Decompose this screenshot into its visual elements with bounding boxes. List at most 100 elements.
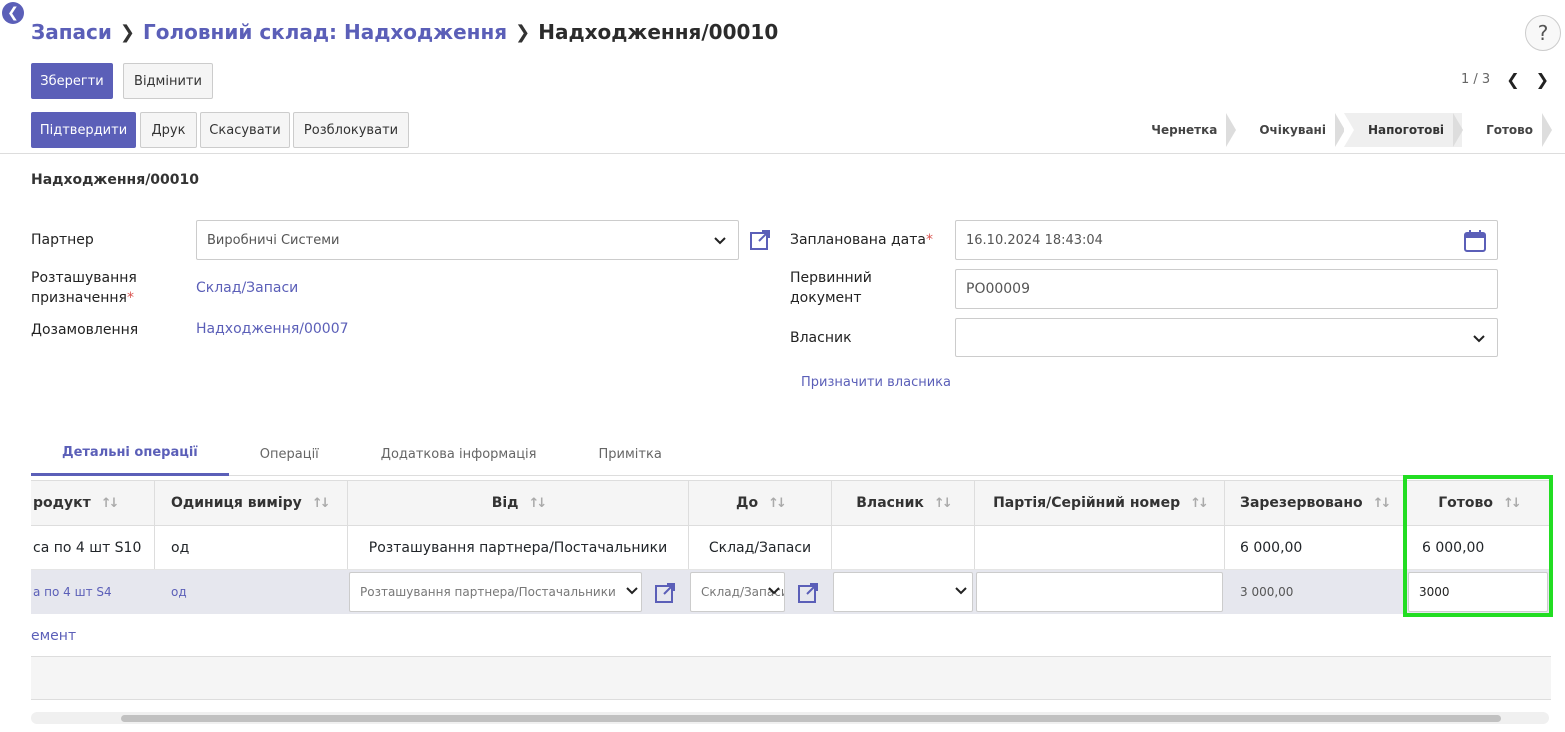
scrollbar-thumb[interactable]	[121, 715, 1501, 722]
calendar-icon[interactable]	[1463, 229, 1487, 253]
breadcrumb-inventory[interactable]: Запаси	[31, 20, 112, 44]
scheduled-date-input[interactable]: 16.10.2024 18:43:04	[955, 220, 1498, 260]
required-marker: *	[126, 290, 134, 306]
header-product[interactable]: родукт ↑↓	[31, 481, 155, 525]
back-icon[interactable]: ❮	[2, 2, 24, 24]
chevron-right-icon[interactable]: ❯	[1536, 70, 1549, 89]
chevron-right-icon: ❯	[515, 21, 531, 43]
header-done[interactable]: Готово ↑↓	[1406, 481, 1551, 525]
from-location-select[interactable]: Розташування партнера/Постачальники	[349, 572, 642, 612]
stage-label: Готово	[1486, 123, 1533, 137]
chevron-down-icon	[955, 587, 967, 595]
destination-link[interactable]: Склад/Запаси	[196, 280, 298, 296]
header-reserved-label: Зарезервовано	[1240, 495, 1363, 511]
cell-product: са по 4 шт S10	[31, 526, 155, 569]
breadcrumb: Запаси ❯ Головний склад: Надходження ❯ Н…	[31, 20, 778, 44]
cell-uom: од	[155, 526, 348, 569]
scheduled-date-label: Запланована дата*	[790, 230, 933, 250]
stage-draft[interactable]: Чернетка	[1127, 113, 1237, 147]
header-owner[interactable]: Власник ↑↓	[832, 481, 975, 525]
backorder-link[interactable]: Надходження/00007	[196, 321, 349, 337]
document-name: Надходження/00010	[31, 172, 200, 188]
partner-select[interactable]: Виробничі Системи	[196, 220, 739, 260]
cell-done: 6 000,00	[1422, 539, 1485, 556]
header-from[interactable]: Від ↑↓	[348, 481, 689, 525]
sort-icon: ↑↓	[311, 495, 331, 511]
source-document-label-line1: Первинний	[790, 270, 872, 286]
cell-reserved: 3 000,00	[1240, 585, 1294, 599]
source-document-input[interactable]: PO00009	[955, 269, 1498, 309]
sort-icon: ↑↓	[1190, 495, 1209, 511]
discard-button[interactable]: Відмінити	[123, 63, 213, 99]
chevron-down-icon	[1473, 334, 1485, 342]
lot-input[interactable]	[976, 572, 1223, 612]
header-to-label: До	[736, 495, 759, 511]
table-row[interactable]: са по 4 шт S10 од Розташування партнера/…	[31, 526, 1551, 570]
tab-note[interactable]: Примітка	[568, 432, 693, 476]
chevron-left-icon[interactable]: ❮	[1506, 70, 1519, 89]
cell-lot	[975, 526, 1225, 569]
move-lines-table: родукт ↑↓ Одиниця виміру ↑↓ Від ↑↓ До ↑↓ Вла…	[31, 480, 1551, 700]
stage-waiting[interactable]: Очікувані	[1235, 113, 1345, 147]
destination-label-line2: призначення	[31, 290, 127, 306]
sort-icon: ↑↓	[100, 495, 120, 511]
stage-done[interactable]: Готово	[1462, 113, 1552, 147]
cell-reserved: 6 000,00	[1225, 526, 1406, 569]
save-button[interactable]: Зберегти	[31, 63, 113, 99]
header-product-label: родукт	[33, 495, 91, 511]
owner-select[interactable]	[955, 318, 1498, 357]
external-link-icon[interactable]	[749, 229, 771, 251]
tab-detailed-operations[interactable]: Детальні операції	[31, 432, 229, 476]
breadcrumb-receipts[interactable]: Головний склад: Надходження	[143, 20, 507, 44]
sort-icon: ↑↓	[528, 495, 547, 511]
cell-uom[interactable]: од	[155, 570, 348, 614]
scheduled-date-label-text: Запланована дата	[790, 232, 926, 248]
source-document-label: Первинний документ	[790, 268, 872, 308]
header-done-label: Готово	[1438, 495, 1493, 511]
stage-ready[interactable]: Напоготові	[1343, 113, 1464, 147]
horizontal-scrollbar[interactable]	[31, 712, 1549, 724]
header-from-label: Від	[491, 495, 519, 511]
print-button[interactable]: Друк	[140, 112, 197, 148]
add-line-link[interactable]: емент	[31, 628, 76, 644]
status-stages: Чернетка Очікувані Напоготові Готово	[1127, 113, 1552, 147]
cell-to: Склад/Запаси	[689, 526, 832, 569]
table-row-editing[interactable]: а по 4 шт S4 од Розташування партнера/По…	[31, 570, 1551, 614]
tab-operations[interactable]: Операції	[229, 432, 350, 476]
cell-owner	[832, 526, 975, 569]
partner-value: Виробничі Системи	[207, 232, 340, 248]
external-link-icon[interactable]	[654, 582, 676, 604]
header-uom[interactable]: Одиниця виміру ↑↓	[155, 481, 348, 525]
confirm-button[interactable]: Підтвердити	[31, 112, 136, 148]
owner-cell-select[interactable]	[833, 572, 973, 612]
cell-from: Розташування партнера/Постачальники	[348, 526, 689, 569]
chevron-right-icon: ❯	[119, 21, 135, 43]
stage-label: Напоготові	[1367, 123, 1445, 137]
pager-value: 1 / 3	[1461, 72, 1491, 87]
table-header: родукт ↑↓ Одиниця виміру ↑↓ Від ↑↓ До ↑↓ Вла…	[31, 480, 1551, 526]
header-reserved[interactable]: Зарезервовано ↑↓	[1225, 481, 1406, 525]
scheduled-date-value: 16.10.2024 18:43:04	[966, 232, 1103, 248]
backorder-label: Дозамовлення	[31, 322, 139, 338]
unlock-button[interactable]: Розблокувати	[293, 112, 409, 148]
assign-owner-link[interactable]: Призначити власника	[801, 375, 951, 390]
chevron-down-icon	[626, 587, 638, 595]
partner-label: Партнер	[31, 232, 94, 248]
stage-label: Очікувані	[1259, 123, 1326, 137]
done-quantity-input[interactable]: 3000	[1408, 572, 1548, 612]
sort-icon: ↑↓	[768, 495, 787, 511]
done-quantity-value: 3000	[1419, 585, 1450, 599]
chevron-down-icon	[768, 587, 780, 595]
help-button[interactable]: ?	[1525, 15, 1561, 51]
pager: 1 / 3 ❮ ❯	[1461, 70, 1549, 89]
external-link-icon[interactable]	[797, 582, 819, 604]
cancel-button[interactable]: Скасувати	[200, 112, 290, 148]
cell-product[interactable]: а по 4 шт S4	[31, 570, 155, 614]
tab-additional-info[interactable]: Додаткова інформація	[350, 432, 568, 476]
header-to[interactable]: До ↑↓	[689, 481, 832, 525]
chevron-down-icon	[714, 237, 726, 245]
destination-label: Розташування призначення*	[31, 268, 137, 308]
owner-label: Власник	[790, 330, 852, 346]
header-lot[interactable]: Партія/Серійний номер ↑↓	[975, 481, 1225, 525]
header-owner-label: Власник	[856, 495, 924, 511]
